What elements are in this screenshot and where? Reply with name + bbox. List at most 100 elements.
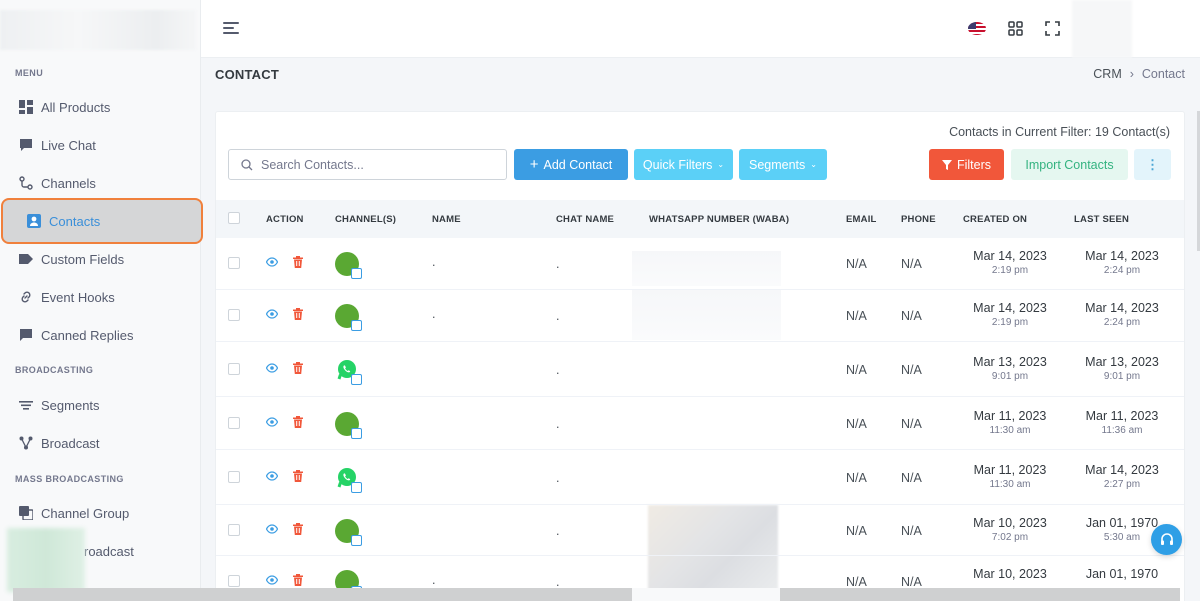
column-header-created-on[interactable]: CREATED ON bbox=[963, 214, 1027, 225]
copy-icon bbox=[19, 506, 33, 520]
sidebar-item-all-products[interactable]: All Products bbox=[0, 88, 201, 126]
filters-label: Filters bbox=[956, 157, 992, 172]
delete-trash-icon[interactable] bbox=[292, 522, 304, 535]
quick-filters-button[interactable]: Quick Filters ⌄ bbox=[634, 149, 733, 180]
row-checkbox[interactable] bbox=[228, 257, 240, 269]
sidebar-item-label: All Products bbox=[41, 99, 111, 115]
headset-icon bbox=[1160, 532, 1173, 545]
created-time: 2:19 pm bbox=[991, 317, 1029, 328]
page-title: CONTACT bbox=[215, 67, 279, 82]
logo bbox=[0, 10, 196, 50]
search-icon bbox=[241, 158, 253, 170]
column-header-last-seen[interactable]: LAST SEEN bbox=[1074, 214, 1129, 225]
download-badge-icon bbox=[351, 481, 362, 493]
delete-trash-icon[interactable] bbox=[292, 574, 304, 586]
delete-trash-icon[interactable] bbox=[292, 256, 304, 268]
fullscreen-icon[interactable] bbox=[1043, 19, 1061, 37]
sidebar-item-broadcast[interactable]: Broadcast bbox=[0, 424, 201, 462]
sidebar-item-label: Canned Replies bbox=[41, 327, 134, 343]
last-seen-time: 11:36 am bbox=[1101, 424, 1143, 436]
chevron-down-icon: ⌄ bbox=[810, 160, 817, 169]
column-header-phone[interactable]: PHONE bbox=[901, 214, 936, 225]
created-date: Mar 14, 2023 bbox=[973, 249, 1047, 263]
sidebar-item-contacts[interactable]: Contacts bbox=[1, 198, 203, 244]
chat-name: . bbox=[556, 416, 560, 431]
last-seen-time: 9:01 pm bbox=[1103, 370, 1141, 382]
chat-name: . bbox=[556, 575, 560, 589]
view-eye-icon[interactable] bbox=[266, 574, 278, 586]
email-value: N/A bbox=[846, 257, 867, 271]
search-input[interactable] bbox=[261, 157, 491, 172]
row-checkbox[interactable] bbox=[228, 575, 240, 587]
chevron-down-icon: ⌄ bbox=[717, 160, 725, 169]
redacted-number bbox=[632, 290, 781, 340]
sidebar-item-channels[interactable]: Channels bbox=[0, 164, 201, 202]
row-checkbox[interactable] bbox=[228, 309, 240, 321]
import-contacts-button[interactable]: Import Contacts bbox=[1011, 149, 1128, 180]
created-on: Mar 11, 2023 11:30 am bbox=[955, 409, 1065, 436]
sidebar-item-event-hooks[interactable]: Event Hooks bbox=[0, 278, 201, 316]
import-contacts-label: Import Contacts bbox=[1025, 157, 1114, 172]
sidebar-item-label: Live Chat bbox=[41, 137, 96, 153]
view-eye-icon[interactable] bbox=[266, 308, 278, 320]
mass-broadcasting-section-title: MASS BROADCASTING bbox=[15, 474, 124, 484]
horizontal-scrollbar[interactable] bbox=[13, 588, 1180, 601]
created-on: Mar 10, 2023 bbox=[955, 567, 1065, 583]
menu-icon[interactable] bbox=[223, 20, 241, 36]
us-flag-icon[interactable] bbox=[968, 19, 986, 37]
column-header-channels: CHANNEL(S) bbox=[335, 214, 397, 225]
support-chat-button[interactable] bbox=[1151, 524, 1182, 555]
breadcrumb-current: Contact bbox=[1141, 67, 1185, 81]
email-value: N/A bbox=[846, 309, 867, 323]
search-field[interactable] bbox=[228, 149, 507, 180]
row-checkbox[interactable] bbox=[228, 416, 240, 429]
view-eye-icon[interactable] bbox=[266, 362, 278, 374]
menu-section-title: MENU bbox=[15, 68, 44, 78]
segments-button[interactable]: Segments ⌄ bbox=[739, 149, 827, 180]
view-eye-icon[interactable] bbox=[266, 470, 278, 482]
tag-icon bbox=[19, 252, 33, 266]
sidebar-item-segments[interactable]: Segments bbox=[0, 386, 201, 424]
delete-trash-icon[interactable] bbox=[292, 361, 304, 374]
sidebar-item-live-chat[interactable]: Live Chat bbox=[0, 126, 201, 164]
download-badge-icon bbox=[351, 427, 362, 439]
last-seen-date: Mar 14, 2023 bbox=[1085, 249, 1159, 263]
apps-grid-icon[interactable] bbox=[1006, 19, 1024, 37]
add-contact-label: Add Contact bbox=[543, 157, 613, 172]
quick-filters-label: Quick Filters bbox=[642, 157, 713, 172]
download-badge-icon bbox=[351, 268, 362, 279]
column-header-chat-name[interactable]: CHAT NAME bbox=[556, 214, 614, 225]
column-header-email[interactable]: EMAIL bbox=[846, 214, 877, 225]
contact-name: . bbox=[432, 573, 436, 587]
breadcrumb-crm[interactable]: CRM bbox=[1093, 67, 1121, 81]
vertical-dots-icon: ⋮ bbox=[1146, 156, 1159, 172]
row-checkbox[interactable] bbox=[228, 523, 240, 536]
sidebar-item-canned-replies[interactable]: Canned Replies bbox=[0, 316, 201, 354]
last-seen-date: Jan 01, 1970 bbox=[1085, 567, 1159, 581]
delete-trash-icon[interactable] bbox=[292, 469, 304, 482]
last-seen: Mar 14, 2023 2:24 pm bbox=[1067, 249, 1177, 276]
sidebar-item-channel-group[interactable]: Channel Group bbox=[0, 494, 201, 532]
phone-value: N/A bbox=[901, 523, 922, 538]
select-all-checkbox[interactable] bbox=[228, 212, 240, 224]
whatsapp-icon bbox=[335, 466, 362, 493]
column-header-name[interactable]: NAME bbox=[432, 214, 461, 225]
more-options-button[interactable]: ⋮ bbox=[1134, 149, 1171, 180]
row-checkbox[interactable] bbox=[228, 470, 240, 483]
user-avatar[interactable] bbox=[1072, 0, 1132, 58]
column-header-whatsapp-number[interactable]: WHATSAPP NUMBER (WABA) bbox=[649, 214, 789, 225]
view-eye-icon[interactable] bbox=[266, 256, 278, 268]
add-contact-button[interactable]: + Add Contact bbox=[514, 149, 628, 180]
last-seen: Mar 11, 2023 11:36 am bbox=[1067, 409, 1177, 436]
last-seen-date: Mar 13, 2023 bbox=[1085, 354, 1159, 369]
sidebar-item-custom-fields[interactable]: Custom Fields bbox=[0, 240, 201, 278]
delete-trash-icon[interactable] bbox=[292, 415, 304, 428]
view-eye-icon[interactable] bbox=[266, 416, 278, 428]
filters-button[interactable]: Filters bbox=[929, 149, 1004, 180]
view-eye-icon[interactable] bbox=[266, 523, 278, 535]
row-checkbox[interactable] bbox=[228, 362, 240, 375]
delete-trash-icon[interactable] bbox=[292, 308, 304, 320]
email-value: N/A bbox=[846, 523, 867, 538]
created-time: 9:01 pm bbox=[991, 370, 1029, 382]
created-on: Mar 10, 2023 7:02 pm bbox=[955, 516, 1065, 543]
